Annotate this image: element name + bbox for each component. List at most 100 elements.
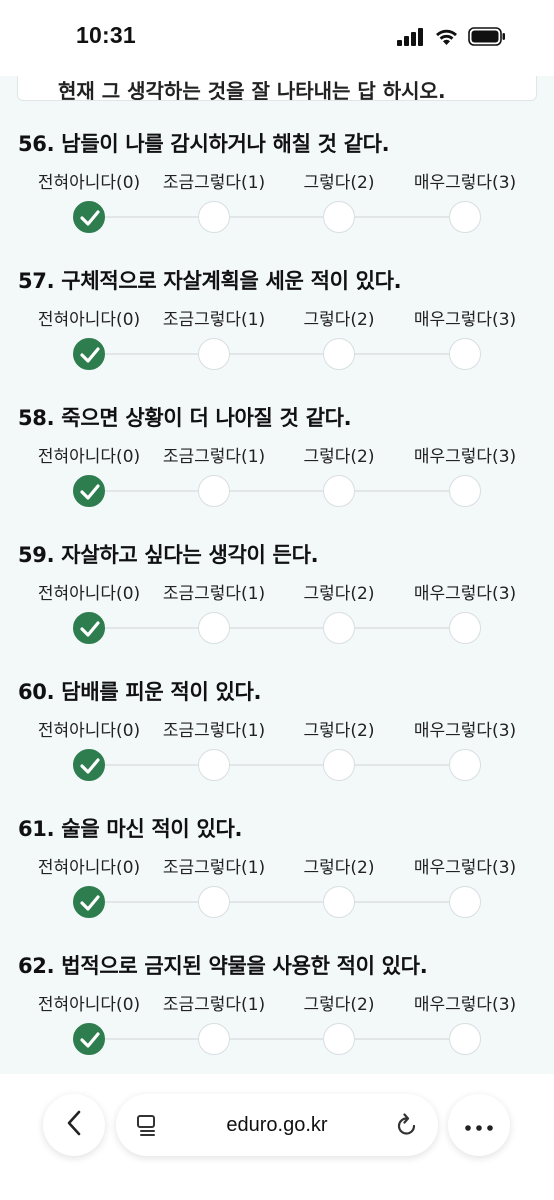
option-label: 그렇다(2) bbox=[303, 447, 375, 467]
question-title: 62. 법적으로 금지된 약물을 사용한 적이 있다. bbox=[18, 954, 428, 978]
option-radio[interactable] bbox=[73, 338, 105, 370]
option-radio[interactable] bbox=[198, 1023, 230, 1055]
signal-icon bbox=[397, 27, 425, 50]
option-radio[interactable] bbox=[323, 201, 355, 233]
option-radio[interactable] bbox=[449, 475, 481, 507]
option-radio[interactable] bbox=[198, 886, 230, 918]
option-radio[interactable] bbox=[323, 886, 355, 918]
address-bar[interactable]: eduro.go.kr bbox=[116, 1094, 438, 1156]
previous-card: 현재 그 생각하는 것을 잘 나타내는 답 하시오. bbox=[17, 76, 537, 101]
question-item: 56. 남들이 나를 감시하거나 해칠 것 같다. 전혀아니다(0) 조금그렇다(1… bbox=[0, 128, 554, 258]
option-label: 그렇다(2) bbox=[303, 310, 375, 330]
check-icon bbox=[80, 210, 100, 226]
option-label: 조금그렇다(1) bbox=[162, 584, 266, 604]
option-radio[interactable] bbox=[198, 612, 230, 644]
option-label: 그렇다(2) bbox=[303, 173, 375, 193]
question-title: 60. 담배를 피운 적이 있다. bbox=[18, 680, 262, 704]
option-track bbox=[88, 216, 464, 218]
option-radio[interactable] bbox=[73, 475, 105, 507]
option-radio[interactable] bbox=[198, 201, 230, 233]
option-track bbox=[88, 764, 464, 766]
option-radio[interactable] bbox=[73, 201, 105, 233]
question-item: 62. 법적으로 금지된 약물을 사용한 적이 있다. 전혀아니다(0) 조금그렇다… bbox=[0, 950, 554, 1074]
option-label: 매우그렇다(3) bbox=[413, 858, 517, 878]
option-label: 조금그렇다(1) bbox=[162, 310, 266, 330]
option-radio[interactable] bbox=[449, 1023, 481, 1055]
status-time: 10:31 bbox=[76, 22, 136, 48]
option-radio[interactable] bbox=[449, 886, 481, 918]
option-radio[interactable] bbox=[198, 749, 230, 781]
question-item: 59. 자살하고 싶다는 생각이 든다. 전혀아니다(0) 조금그렇다(1) 그렇다(… bbox=[0, 539, 554, 669]
option-label: 조금그렇다(1) bbox=[162, 173, 266, 193]
option-label: 그렇다(2) bbox=[303, 995, 375, 1015]
option-track bbox=[88, 627, 464, 629]
option-label: 전혀아니다(0) bbox=[37, 310, 141, 330]
option-label: 전혀아니다(0) bbox=[37, 584, 141, 604]
url-text: eduro.go.kr bbox=[226, 1114, 328, 1136]
option-label: 매우그렇다(3) bbox=[413, 310, 517, 330]
option-track bbox=[88, 1038, 464, 1040]
option-radio[interactable] bbox=[449, 749, 481, 781]
option-label: 전혀아니다(0) bbox=[37, 858, 141, 878]
check-icon bbox=[80, 484, 100, 500]
question-item: 57. 구체적으로 자살계획을 세운 적이 있다. 전혀아니다(0) 조금그렇다(1… bbox=[0, 265, 554, 395]
question-title: 58. 죽으면 상황이 더 나아질 것 같다. bbox=[18, 406, 352, 430]
wifi-icon bbox=[434, 28, 459, 50]
option-radio[interactable] bbox=[323, 475, 355, 507]
option-label: 그렇다(2) bbox=[303, 721, 375, 741]
status-bar: 10:31 bbox=[0, 0, 554, 76]
option-radio[interactable] bbox=[73, 886, 105, 918]
question-item: 60. 담배를 피운 적이 있다. 전혀아니다(0) 조금그렇다(1) 그렇다(2) 매… bbox=[0, 676, 554, 806]
option-radio[interactable] bbox=[323, 338, 355, 370]
option-radio[interactable] bbox=[323, 612, 355, 644]
survey-content: 현재 그 생각하는 것을 잘 나타내는 답 하시오. 56. 남들이 나를 감시… bbox=[0, 76, 554, 1074]
check-icon bbox=[80, 895, 100, 911]
option-label: 매우그렇다(3) bbox=[413, 447, 517, 467]
question-item: 58. 죽으면 상황이 더 나아질 것 같다. 전혀아니다(0) 조금그렇다(1) 그… bbox=[0, 402, 554, 532]
option-radio[interactable] bbox=[449, 201, 481, 233]
more-icon bbox=[465, 1116, 493, 1135]
option-label: 그렇다(2) bbox=[303, 584, 375, 604]
check-icon bbox=[80, 347, 100, 363]
option-track bbox=[88, 353, 464, 355]
option-track bbox=[88, 490, 464, 492]
back-button[interactable] bbox=[43, 1094, 105, 1156]
option-radio[interactable] bbox=[449, 612, 481, 644]
question-title: 59. 자살하고 싶다는 생각이 든다. bbox=[18, 543, 319, 567]
question-title: 61. 술을 마신 적이 있다. bbox=[18, 817, 243, 841]
check-icon bbox=[80, 621, 100, 637]
option-label: 전혀아니다(0) bbox=[37, 447, 141, 467]
battery-icon bbox=[468, 27, 506, 50]
option-radio[interactable] bbox=[198, 338, 230, 370]
option-label: 매우그렇다(3) bbox=[413, 721, 517, 741]
check-icon bbox=[80, 758, 100, 774]
question-item: 61. 술을 마신 적이 있다. 전혀아니다(0) 조금그렇다(1) 그렇다(2) 매우… bbox=[0, 813, 554, 943]
option-radio[interactable] bbox=[73, 612, 105, 644]
option-label: 조금그렇다(1) bbox=[162, 858, 266, 878]
reload-icon[interactable] bbox=[396, 1113, 418, 1141]
option-label: 매우그렇다(3) bbox=[413, 173, 517, 193]
option-radio[interactable] bbox=[449, 338, 481, 370]
option-label: 전혀아니다(0) bbox=[37, 995, 141, 1015]
option-radio[interactable] bbox=[198, 475, 230, 507]
previous-card-text: 현재 그 생각하는 것을 잘 나타내는 답 하시오. bbox=[58, 79, 446, 101]
option-label: 매우그렇다(3) bbox=[413, 995, 517, 1015]
option-label: 조금그렇다(1) bbox=[162, 721, 266, 741]
option-label: 전혀아니다(0) bbox=[37, 721, 141, 741]
browser-bar: eduro.go.kr bbox=[0, 1074, 554, 1200]
option-radio[interactable] bbox=[323, 1023, 355, 1055]
option-label: 매우그렇다(3) bbox=[413, 584, 517, 604]
option-radio[interactable] bbox=[73, 1023, 105, 1055]
more-button[interactable] bbox=[448, 1094, 510, 1156]
question-title: 57. 구체적으로 자살계획을 세운 적이 있다. bbox=[18, 269, 402, 293]
option-label: 전혀아니다(0) bbox=[37, 173, 141, 193]
question-title: 56. 남들이 나를 감시하거나 해칠 것 같다. bbox=[18, 132, 390, 156]
option-label: 조금그렇다(1) bbox=[162, 995, 266, 1015]
option-label: 조금그렇다(1) bbox=[162, 447, 266, 467]
option-radio[interactable] bbox=[323, 749, 355, 781]
status-icons bbox=[397, 27, 506, 50]
chevron-left-icon bbox=[65, 1110, 83, 1140]
option-track bbox=[88, 901, 464, 903]
option-radio[interactable] bbox=[73, 749, 105, 781]
check-icon bbox=[80, 1032, 100, 1048]
